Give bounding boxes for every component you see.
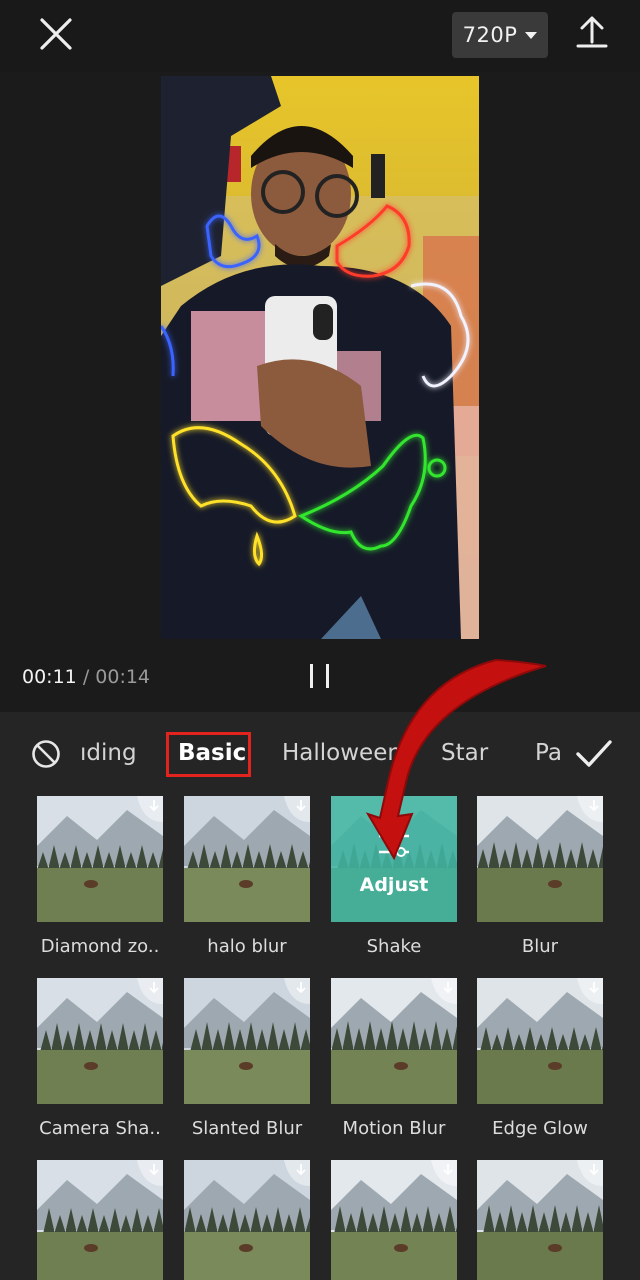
current-time: 00:11 — [22, 666, 77, 688]
tab-trending[interactable]: ıding — [80, 740, 137, 766]
effect-thumbnail — [331, 1160, 457, 1280]
effect-thumbnail — [37, 1160, 163, 1280]
effect-thumbnail — [37, 978, 163, 1104]
effect-label: Shake — [366, 936, 422, 957]
tab-star[interactable]: Star — [441, 740, 488, 766]
resolution-dropdown[interactable]: 720P — [452, 12, 548, 58]
adjust-icon — [379, 831, 409, 857]
top-bar: 720P — [0, 0, 640, 72]
download-icon — [431, 978, 457, 1004]
video-preview-area — [0, 72, 640, 712]
effect-label: Edge Glow — [492, 1118, 588, 1139]
time-separator: / — [82, 666, 90, 688]
effect-thumbnail — [477, 796, 603, 922]
effect-label: Blur — [521, 936, 559, 957]
adjust-button[interactable]: Adjust — [331, 874, 457, 896]
category-bar: ıding Basic Halloween Star Pa — [0, 712, 640, 796]
no-effect-icon[interactable] — [31, 739, 61, 769]
tab-party[interactable]: Pa — [535, 740, 560, 766]
effect-thumbnail — [184, 1160, 310, 1280]
download-icon — [577, 978, 603, 1004]
category-tabs: ıding Basic Halloween Star Pa — [76, 712, 560, 796]
download-icon — [284, 796, 310, 822]
effect-item[interactable]: Edge Glow — [477, 978, 603, 1148]
effect-item[interactable]: Camera Sha.. — [37, 978, 163, 1148]
download-icon — [137, 796, 163, 822]
effect-thumbnail — [184, 796, 310, 922]
effects-panel: ıding Basic Halloween Star Pa Diamond zo… — [0, 712, 640, 1280]
effect-item[interactable]: Blur — [477, 796, 603, 966]
effect-label: Camera Sha.. — [39, 1118, 161, 1139]
upload-icon[interactable] — [572, 12, 612, 52]
download-icon — [284, 1160, 310, 1186]
effect-item[interactable] — [184, 1160, 310, 1280]
highlight-box — [166, 732, 251, 777]
download-icon — [284, 978, 310, 1004]
playback-time: 00:11 / 00:14 — [22, 666, 150, 688]
effect-label: halo blur — [207, 936, 287, 957]
caret-down-icon — [525, 31, 538, 39]
effect-item[interactable]: Diamond zo.. — [37, 796, 163, 966]
download-icon — [431, 1160, 457, 1186]
effect-thumbnail — [477, 978, 603, 1104]
check-icon[interactable] — [574, 736, 614, 772]
download-icon — [577, 796, 603, 822]
effect-thumbnail — [37, 796, 163, 922]
effect-item[interactable] — [331, 1160, 457, 1280]
total-time: 00:14 — [95, 666, 151, 688]
effect-label: Slanted Blur — [191, 1118, 303, 1139]
effect-thumbnail — [184, 978, 310, 1104]
close-icon[interactable] — [36, 14, 76, 54]
effect-thumbnail — [477, 1160, 603, 1280]
effect-thumbnail — [331, 978, 457, 1104]
effect-item[interactable] — [37, 1160, 163, 1280]
pause-icon[interactable] — [306, 664, 334, 690]
download-icon — [137, 1160, 163, 1186]
effect-label: Motion Blur — [342, 1118, 446, 1139]
tab-halloween[interactable]: Halloween — [282, 740, 402, 766]
effect-thumbnail: Adjust — [331, 796, 457, 922]
download-icon — [577, 1160, 603, 1186]
resolution-label: 720P — [462, 23, 518, 47]
download-icon — [137, 978, 163, 1004]
effect-label: Diamond zo.. — [40, 936, 160, 957]
effect-item[interactable]: Motion Blur — [331, 978, 457, 1148]
effect-item[interactable]: Adjust Shake — [331, 796, 457, 966]
selected-overlay: Adjust — [331, 796, 457, 922]
effect-item[interactable] — [477, 1160, 603, 1280]
effect-item[interactable]: halo blur — [184, 796, 310, 966]
effect-item[interactable]: Slanted Blur — [184, 978, 310, 1148]
video-preview[interactable] — [161, 76, 479, 639]
